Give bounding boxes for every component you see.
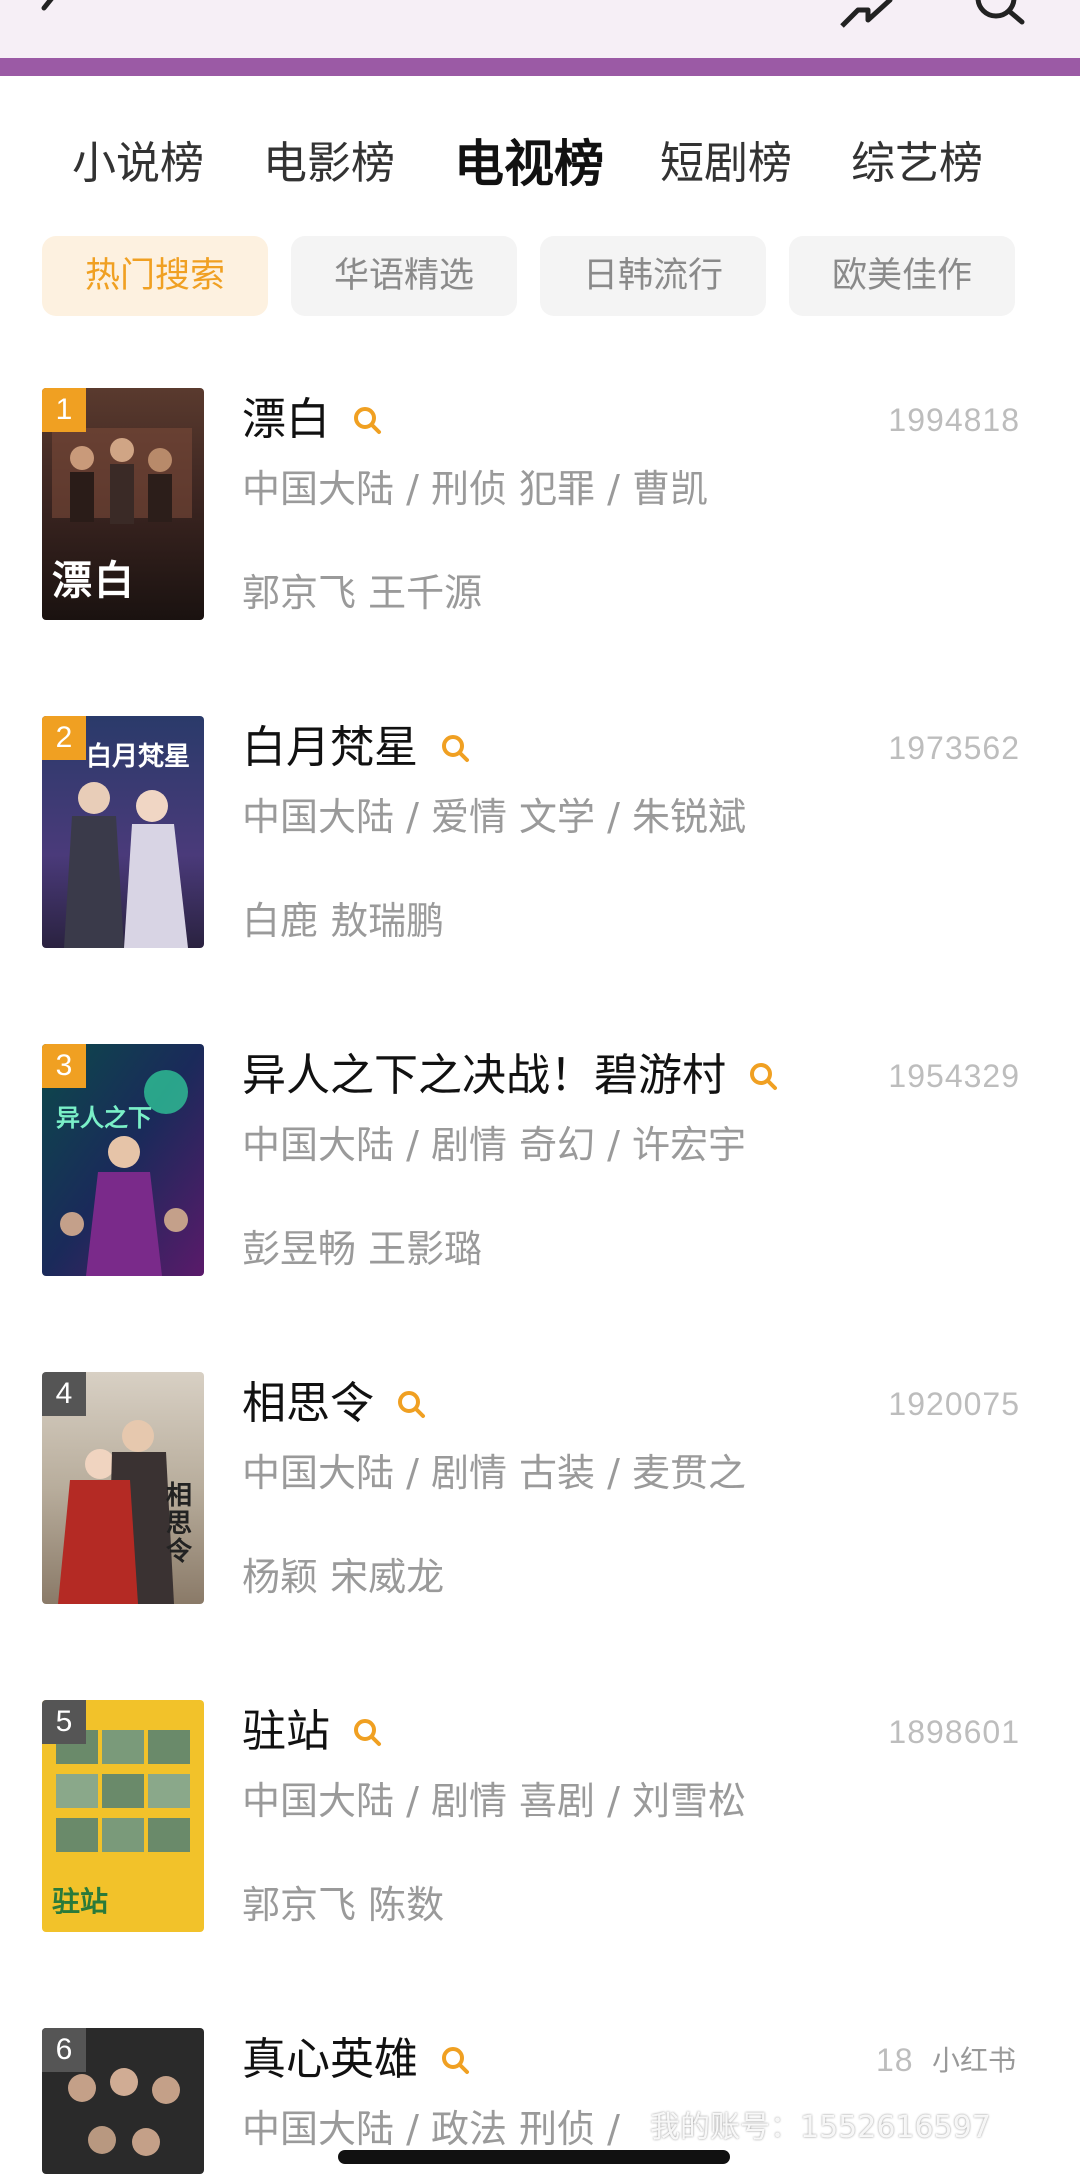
- poster-image[interactable]: 6: [42, 2028, 204, 2174]
- item-meta: 中国大陆 / 剧情 奇幻 / 许宏宇: [242, 1123, 747, 1167]
- rank-badge: 3: [42, 1044, 86, 1088]
- item-meta: 中国大陆 / 刑侦 犯罪 / 曹凯: [242, 467, 709, 511]
- tab-movie[interactable]: 电影榜: [263, 124, 395, 204]
- item-cast: 杨颖 宋威龙: [242, 1555, 445, 1599]
- item-score: 1973562: [888, 730, 1020, 766]
- poster-title: 漂白: [52, 558, 136, 604]
- title-row: 漂白: [242, 388, 382, 452]
- item-score: 1954329: [888, 1058, 1020, 1094]
- search-icon[interactable]: [440, 2045, 470, 2075]
- rank-badge: 2: [42, 716, 86, 760]
- filter-japan-korea[interactable]: 日韩流行: [540, 236, 766, 316]
- poster-image[interactable]: 4 相思令: [42, 1372, 204, 1604]
- poster-image[interactable]: 1 漂白: [42, 388, 204, 620]
- poster-title: 白月梵星: [86, 742, 191, 772]
- title-row: 相思令: [242, 1372, 426, 1436]
- ranking-item[interactable]: 2 白月梵星 白月梵星 1973562 中国大陆 / 爱情 文学 / 朱锐斌 白…: [0, 716, 1080, 948]
- search-icon[interactable]: [352, 1717, 382, 1747]
- ranking-item[interactable]: 5 驻站 驻站 1898601 中国大陆 / 剧情 喜剧 / 刘雪松 郭京飞 陈…: [0, 1700, 1080, 1932]
- rank-badge: 5: [42, 1700, 86, 1744]
- poster-image[interactable]: 5 驻站: [42, 1700, 204, 1932]
- item-cast: 郭京飞 王千源: [242, 571, 483, 615]
- share-icon[interactable]: [838, 0, 894, 30]
- filter-hot-search[interactable]: 热门搜索: [42, 236, 268, 316]
- rank-badge: 1: [42, 388, 86, 432]
- item-score: 1898601: [888, 1714, 1020, 1750]
- category-tabs: 小说榜 电影榜 电视榜 短剧榜 综艺榜: [0, 124, 1080, 204]
- search-icon[interactable]: [352, 405, 382, 435]
- item-title[interactable]: 相思令: [242, 1372, 374, 1436]
- item-title[interactable]: 真心英雄: [242, 2028, 418, 2092]
- item-meta: 中国大陆 / 政法 刑侦 /: [242, 2107, 620, 2151]
- rank-badge: 4: [42, 1372, 86, 1416]
- rank-badge: 6: [42, 2028, 86, 2072]
- item-title[interactable]: 异人之下之决战！碧游村: [242, 1044, 726, 1108]
- item-score: 18: [876, 2042, 914, 2078]
- search-icon[interactable]: [396, 1389, 426, 1419]
- watermark-text: 我的账号：1552616597: [650, 2110, 991, 2145]
- header-accent-bar: [0, 58, 1080, 76]
- tab-novel[interactable]: 小说榜: [72, 124, 204, 204]
- item-score: 1994818: [888, 402, 1020, 438]
- item-meta: 中国大陆 / 爱情 文学 / 朱锐斌: [242, 795, 747, 839]
- item-cast: 郭京飞 陈数: [242, 1883, 445, 1927]
- tab-variety[interactable]: 综艺榜: [851, 124, 983, 204]
- ranking-item[interactable]: 4 相思令 相思令 1920075 中国大陆 / 剧情 古装 / 麦贯之 杨颖 …: [0, 1372, 1080, 1604]
- poster-title: 异人之下: [56, 1104, 152, 1132]
- poster-title: 驻站: [52, 1885, 109, 1918]
- top-bar: [0, 0, 1080, 58]
- item-meta: 中国大陆 / 剧情 喜剧 / 刘雪松: [242, 1779, 747, 1823]
- item-title[interactable]: 漂白: [242, 388, 330, 452]
- poster-image[interactable]: 2 白月梵星: [42, 716, 204, 948]
- title-row: 白月梵星: [242, 716, 470, 780]
- title-row: 驻站: [242, 1700, 382, 1764]
- item-meta: 中国大陆 / 剧情 古装 / 麦贯之: [242, 1451, 747, 1495]
- item-title[interactable]: 白月梵星: [242, 716, 418, 780]
- title-row: 真心英雄: [242, 2028, 470, 2092]
- poster-image[interactable]: 3 异人之下: [42, 1044, 204, 1276]
- home-indicator[interactable]: [338, 2150, 730, 2164]
- watermark-badge: 小红书: [912, 2036, 1036, 2086]
- item-cast: 彭昱畅 王影璐: [242, 1227, 483, 1271]
- item-score: 1920075: [888, 1386, 1020, 1422]
- tab-tv[interactable]: 电视榜: [454, 124, 604, 204]
- filter-western[interactable]: 欧美佳作: [789, 236, 1015, 316]
- item-title[interactable]: 驻站: [242, 1700, 330, 1764]
- chevron-left-icon[interactable]: [30, 0, 74, 30]
- title-row: 异人之下之决战！碧游村: [242, 1044, 778, 1108]
- tab-short-drama[interactable]: 短剧榜: [660, 124, 792, 204]
- ranking-item[interactable]: 3 异人之下 异人之下之决战！碧游村 1954329 中国大陆 / 剧情 奇幻 …: [0, 1044, 1080, 1276]
- ranking-item[interactable]: 1 漂白 漂白 1994818 中国大陆 / 刑侦 犯罪 / 曹凯 郭京飞 王千…: [0, 388, 1080, 620]
- filter-chips: 热门搜索 华语精选 日韩流行 欧美佳作: [0, 236, 1080, 316]
- search-icon[interactable]: [440, 733, 470, 763]
- poster-title: 相思令: [166, 1481, 193, 1567]
- search-icon[interactable]: [970, 0, 1030, 32]
- filter-chinese[interactable]: 华语精选: [291, 236, 517, 316]
- search-icon[interactable]: [748, 1061, 778, 1091]
- item-cast: 白鹿 敖瑞鹏: [242, 899, 445, 943]
